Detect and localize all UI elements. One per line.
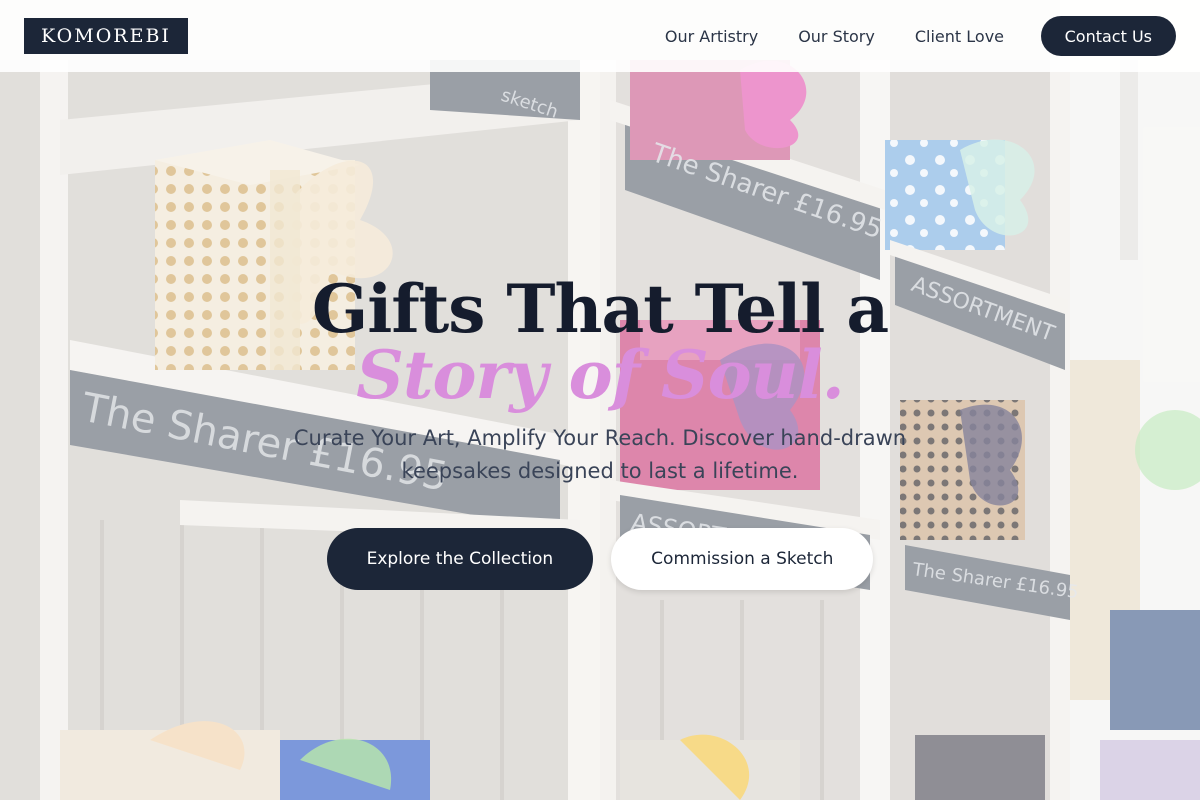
hero-heading: Gifts That Tell a Story of Soul. — [0, 272, 1200, 412]
top-navbar: KOMOREBI Our Artistry Our Story Client L… — [0, 0, 1200, 72]
contact-us-button[interactable]: Contact Us — [1040, 16, 1176, 56]
hero-cta-group: Explore the Collection Commission a Sket… — [0, 528, 1200, 590]
nav-link-our-artistry[interactable]: Our Artistry — [665, 27, 758, 46]
hero-section: Gifts That Tell a Story of Soul. Curate … — [0, 272, 1200, 590]
hero-subtitle: Curate Your Art, Amplify Your Reach. Dis… — [293, 426, 907, 483]
nav-link-our-story[interactable]: Our Story — [798, 27, 875, 46]
nav-link-client-love[interactable]: Client Love — [915, 27, 1004, 46]
primary-nav: Our Artistry Our Story Client Love — [665, 0, 1004, 72]
hero-heading-accent: Story of Soul. — [356, 336, 844, 414]
commission-sketch-button[interactable]: Commission a Sketch — [611, 528, 874, 590]
brand-logo[interactable]: KOMOREBI — [24, 18, 188, 54]
explore-collection-button[interactable]: Explore the Collection — [326, 528, 594, 590]
landing-page: sketch The Sharer £16.95 The Sharer £16.… — [0, 0, 1200, 800]
